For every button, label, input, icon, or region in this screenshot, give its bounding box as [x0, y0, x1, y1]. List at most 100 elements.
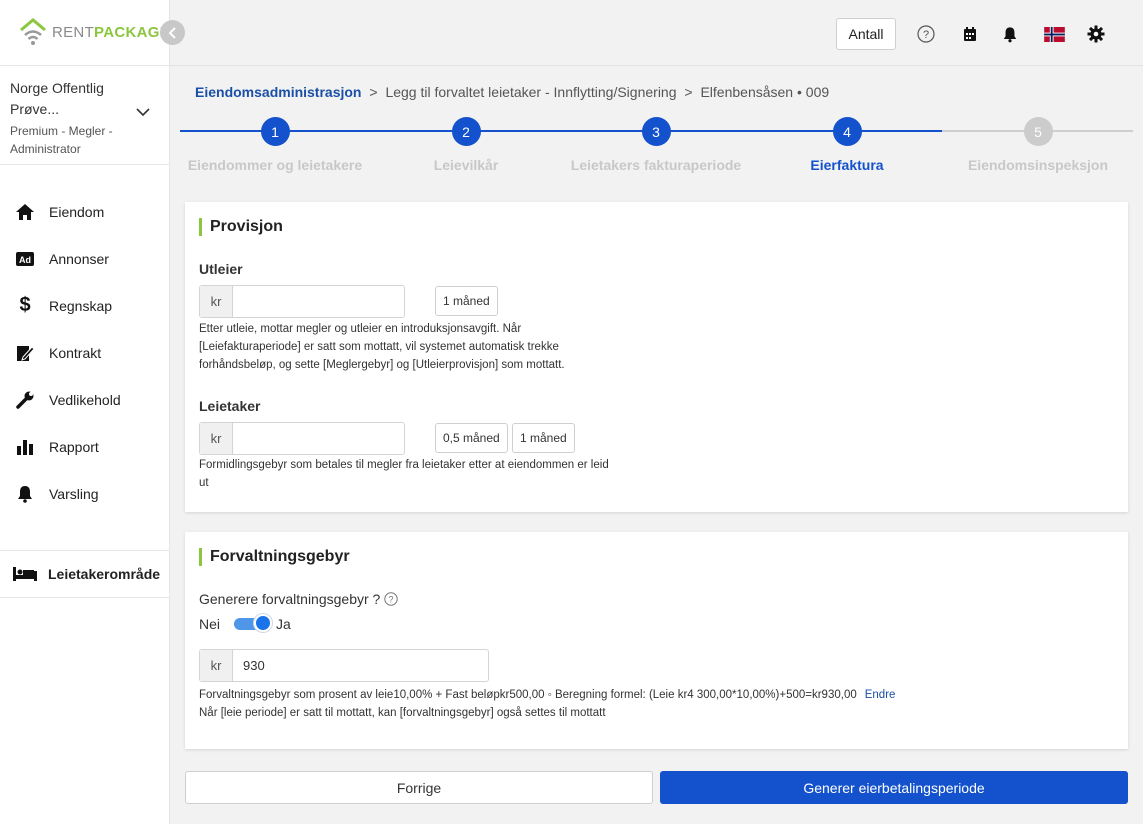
brand-rent: RENT: [52, 23, 95, 41]
forvaltningsgebyr-amount-value: 930: [243, 658, 265, 673]
generate-fee-question: Generere forvaltningsgebyr ? ?: [199, 591, 399, 607]
toggle-off-label: Nei: [199, 616, 221, 632]
step-3[interactable]: 3 Leietakers fakturaperiode: [561, 115, 751, 173]
generate-fee-toggle-row: Nei Ja: [199, 614, 291, 632]
breadcrumb-separator: >: [684, 84, 693, 100]
step-5[interactable]: 5 Eiendomsinspeksjon: [943, 115, 1133, 173]
wifi-logo-icon: [20, 18, 46, 45]
generate-fee-label: Generere forvaltningsgebyr ?: [199, 591, 381, 607]
home-icon: [14, 201, 36, 223]
currency-prefix: kr: [200, 286, 233, 317]
step-label: Leietakers fakturaperiode: [570, 157, 742, 173]
wrench-icon: [14, 389, 36, 411]
sidebar-item-vedlikehold[interactable]: Vedlikehold: [0, 376, 170, 423]
step-number: 2: [451, 117, 481, 146]
svg-text:?: ?: [389, 595, 394, 605]
step-number: 1: [260, 117, 290, 146]
bar-chart-icon: [14, 436, 36, 458]
utleier-1-maned-button[interactable]: 1 måned: [435, 286, 498, 316]
leietaker-help-text: Formidlingsgebyr som betales til megler …: [199, 456, 609, 492]
account-name: Norge Offentlig Prøve...: [10, 80, 104, 117]
utleier-amount-value: [233, 286, 404, 317]
chevron-left-icon: [168, 26, 176, 39]
antall-button[interactable]: Antall: [836, 18, 896, 50]
edit-formula-link[interactable]: Endre: [865, 689, 896, 701]
help-line: ut: [199, 477, 209, 489]
help-circle-icon[interactable]: ?: [384, 592, 399, 606]
bed-icon: [12, 566, 38, 582]
sidebar-item-label: Regnskap: [49, 297, 113, 314]
sidebar-item-leietakeromrade[interactable]: Leietakerområde: [0, 550, 170, 598]
step-number: 4: [832, 117, 862, 146]
help-line: forhåndsbeløp, og sette [Meglergebyr] og…: [199, 359, 565, 371]
step-1[interactable]: 1 Eiendommer og leietakere: [180, 115, 370, 173]
step-label: Eiendommer og leietakere: [187, 157, 363, 173]
sidebar-item-regnskap[interactable]: $ Regnskap: [0, 282, 170, 329]
step-number: 5: [1023, 117, 1053, 146]
collapse-sidebar-button[interactable]: [160, 20, 185, 45]
help-line: Når [leie periode] er satt til mottatt, …: [199, 707, 606, 719]
sidebar: RENTPACKAGE Norge Offentlig Prøve... Pre…: [0, 0, 170, 824]
brand-package: PACKAGE: [94, 23, 171, 41]
norway-flag-icon[interactable]: [1043, 26, 1065, 42]
notification-bell-icon[interactable]: [1000, 24, 1020, 44]
forvaltningsgebyr-card: Forvaltningsgebyr Generere forvaltningsg…: [185, 532, 1128, 749]
sidebar-item-label: Varsling: [49, 485, 99, 502]
account-role: Premium - Megler - Administrator: [10, 124, 113, 156]
breadcrumb-root-link[interactable]: Eiendomsadministrasjon: [195, 84, 361, 100]
leietaker-1-maned-button[interactable]: 1 måned: [512, 423, 575, 453]
breadcrumb-middle: Legg til forvaltet leietaker - Innflytti…: [385, 84, 677, 100]
leietaker-label: Leietaker: [199, 398, 261, 414]
step-2[interactable]: 2 Leievilkår: [371, 115, 561, 173]
previous-button[interactable]: Forrige: [185, 771, 653, 804]
help-line: Etter utleie, mottar megler og utleier e…: [199, 323, 522, 335]
breadcrumb-current: Elfenbensåsen • 009: [700, 84, 830, 100]
formula-line: Forvaltningsgebyr som prosent av leie10,…: [199, 686, 1099, 704]
provisjon-card: Provisjon Utleier kr 1 måned Etter utlei…: [185, 202, 1128, 512]
sidebar-item-annonser[interactable]: Ad Annonser: [0, 235, 170, 282]
sidebar-item-rapport[interactable]: Rapport: [0, 423, 170, 470]
gear-icon[interactable]: [1086, 24, 1106, 44]
breadcrumb: Eiendomsadministrasjon > Legg til forval…: [195, 84, 829, 100]
forvaltningsgebyr-title: Forvaltningsgebyr: [199, 548, 350, 566]
step-number: 3: [641, 117, 671, 146]
forvaltningsgebyr-amount-field[interactable]: kr 930: [199, 649, 489, 682]
sidebar-item-kontrakt[interactable]: Kontrakt: [0, 329, 170, 376]
help-line: Formidlingsgebyr som betales til megler …: [199, 459, 609, 471]
sidebar-nav: Eiendom Ad Annonser $ Regnskap Kontrakt …: [0, 188, 170, 517]
chevron-down-icon: [136, 108, 150, 117]
brand-logo[interactable]: RENTPACKAGE: [18, 18, 170, 46]
leietaker-amount-field[interactable]: kr: [199, 422, 405, 455]
sidebar-item-eiendom[interactable]: Eiendom: [0, 188, 170, 235]
step-4[interactable]: 4 Eierfaktura: [752, 115, 942, 173]
generate-fee-toggle[interactable]: [234, 614, 273, 632]
step-label: Leievilkår: [433, 157, 499, 173]
step-label: Eierfaktura: [810, 157, 884, 173]
svg-text:?: ?: [923, 29, 929, 41]
sidebar-item-varsling[interactable]: Varsling: [0, 470, 170, 517]
account-selector[interactable]: Norge Offentlig Prøve... Premium - Megle…: [0, 65, 170, 165]
sidebar-item-label: Kontrakt: [49, 344, 102, 361]
toggle-on-label: Ja: [276, 616, 291, 632]
utleier-help-text: Etter utleie, mottar megler og utleier e…: [199, 320, 565, 374]
sidebar-item-label: Annonser: [49, 250, 109, 267]
sidebar-item-label: Vedlikehold: [49, 391, 121, 408]
leietaker-amount-value: [233, 423, 404, 454]
progress-stepper: 1 Eiendommer og leietakere 2 Leievilkår …: [180, 115, 1133, 185]
toggle-knob: [254, 614, 273, 632]
generate-owner-payment-period-button[interactable]: Generer eierbetalingsperiode: [660, 771, 1128, 804]
leietaker-0-5-maned-button[interactable]: 0,5 måned: [435, 423, 508, 453]
topbar: Antall ?: [170, 0, 1143, 66]
help-circle-icon[interactable]: ?: [916, 24, 936, 44]
utleier-label: Utleier: [199, 261, 243, 277]
calendar-icon[interactable]: [960, 24, 980, 44]
tenant-area-label: Leietakerområde: [48, 566, 161, 582]
currency-prefix: kr: [200, 650, 233, 681]
utleier-amount-field[interactable]: kr: [199, 285, 405, 318]
breadcrumb-separator: >: [369, 84, 378, 100]
provisjon-title: Provisjon: [199, 218, 283, 236]
svg-text:Ad: Ad: [19, 255, 31, 265]
currency-prefix: kr: [200, 423, 233, 454]
contract-icon: [14, 342, 36, 364]
sidebar-item-label: Eiendom: [49, 203, 105, 220]
